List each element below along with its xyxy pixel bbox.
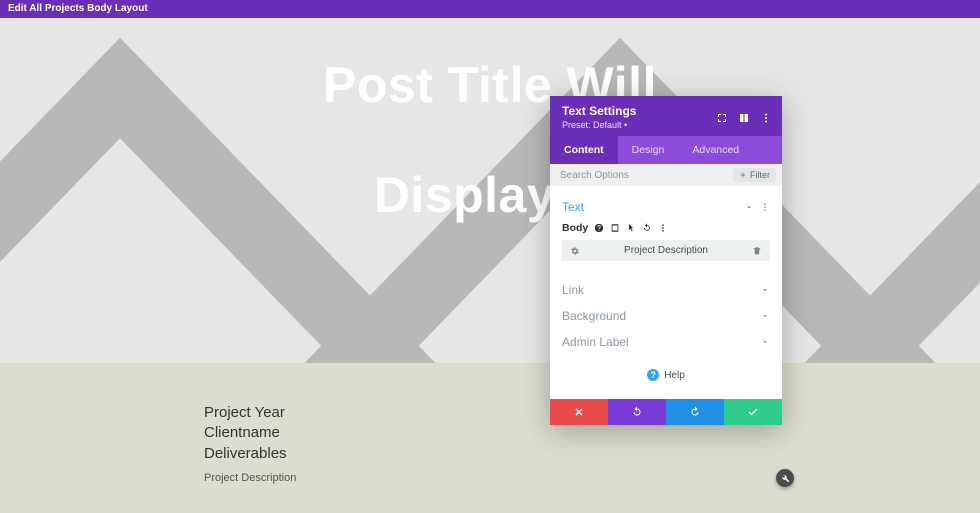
redo-button[interactable]: [666, 399, 724, 425]
content-section: Project Year Clientname Deliverables Pro…: [0, 363, 980, 513]
help-row[interactable]: ? Help: [562, 355, 770, 399]
meta-deliverables: Deliverables: [204, 444, 980, 464]
search-input[interactable]: Search Options: [560, 170, 629, 181]
meta-description: Project Description: [204, 472, 980, 484]
section-admin-label[interactable]: Admin Label: [562, 329, 770, 355]
section-admin-title: Admin Label: [562, 335, 629, 349]
body-label: Body: [562, 222, 588, 234]
modal-header-text: Text Settings Preset: Default •: [562, 104, 636, 130]
section-text-title: Text: [562, 200, 584, 214]
section-background[interactable]: Background: [562, 303, 770, 329]
section-link-title: Link: [562, 283, 584, 297]
modal-title: Text Settings: [562, 104, 636, 118]
section-link[interactable]: Link: [562, 277, 770, 303]
trash-icon[interactable]: [752, 246, 762, 256]
save-button[interactable]: [724, 399, 782, 425]
undo-button[interactable]: [608, 399, 666, 425]
chevron-down-icon[interactable]: [760, 311, 770, 321]
body-toolbar: Body: [562, 220, 770, 240]
hero-section: Post Title Will Display H: [0, 18, 980, 363]
help-label: Help: [664, 370, 685, 381]
hover-icon[interactable]: [626, 223, 636, 233]
topbar-title: Edit All Projects Body Layout: [8, 3, 148, 14]
tab-content[interactable]: Content: [550, 136, 618, 164]
tablet-icon[interactable]: [610, 223, 620, 233]
text-settings-modal: Text Settings Preset: Default • Content …: [550, 96, 782, 425]
chevron-down-icon[interactable]: [760, 337, 770, 347]
modal-header-icons: [716, 111, 772, 123]
gear-icon[interactable]: [570, 246, 580, 256]
more-icon[interactable]: [658, 223, 668, 233]
modal-preset[interactable]: Preset: Default •: [562, 120, 636, 130]
more-icon[interactable]: [760, 202, 770, 212]
tab-advanced[interactable]: Advanced: [678, 136, 753, 164]
chevron-up-icon[interactable]: [744, 202, 754, 212]
section-background-title: Background: [562, 309, 626, 323]
fab-button[interactable]: [776, 469, 794, 487]
section-text[interactable]: Text: [562, 194, 770, 220]
modal-body: Text Body Project Description: [550, 186, 782, 399]
reset-icon[interactable]: [642, 223, 652, 233]
tab-design[interactable]: Design: [618, 136, 679, 164]
discard-button[interactable]: [550, 399, 608, 425]
canvas: Post Title Will Display H Project Year C…: [0, 18, 980, 513]
meta-client: Clientname: [204, 423, 980, 443]
modal-tabs: Content Design Advanced: [550, 136, 782, 164]
help-icon: ?: [647, 369, 659, 381]
dynamic-content-label: Project Description: [624, 245, 708, 256]
modal-search-row: Search Options Filter: [550, 164, 782, 186]
help-icon[interactable]: [594, 223, 604, 233]
filter-label: Filter: [750, 170, 770, 180]
filter-button[interactable]: Filter: [733, 168, 776, 182]
dynamic-content-bar[interactable]: Project Description: [562, 240, 770, 261]
modal-footer: [550, 399, 782, 425]
modal-header[interactable]: Text Settings Preset: Default •: [550, 96, 782, 136]
section-text-controls: [744, 202, 770, 212]
wrench-icon: [781, 474, 790, 483]
topbar: Edit All Projects Body Layout: [0, 0, 980, 18]
chevron-down-icon[interactable]: [760, 285, 770, 295]
expand-icon[interactable]: [716, 111, 728, 123]
more-icon[interactable]: [760, 111, 772, 123]
snap-icon[interactable]: [738, 111, 750, 123]
